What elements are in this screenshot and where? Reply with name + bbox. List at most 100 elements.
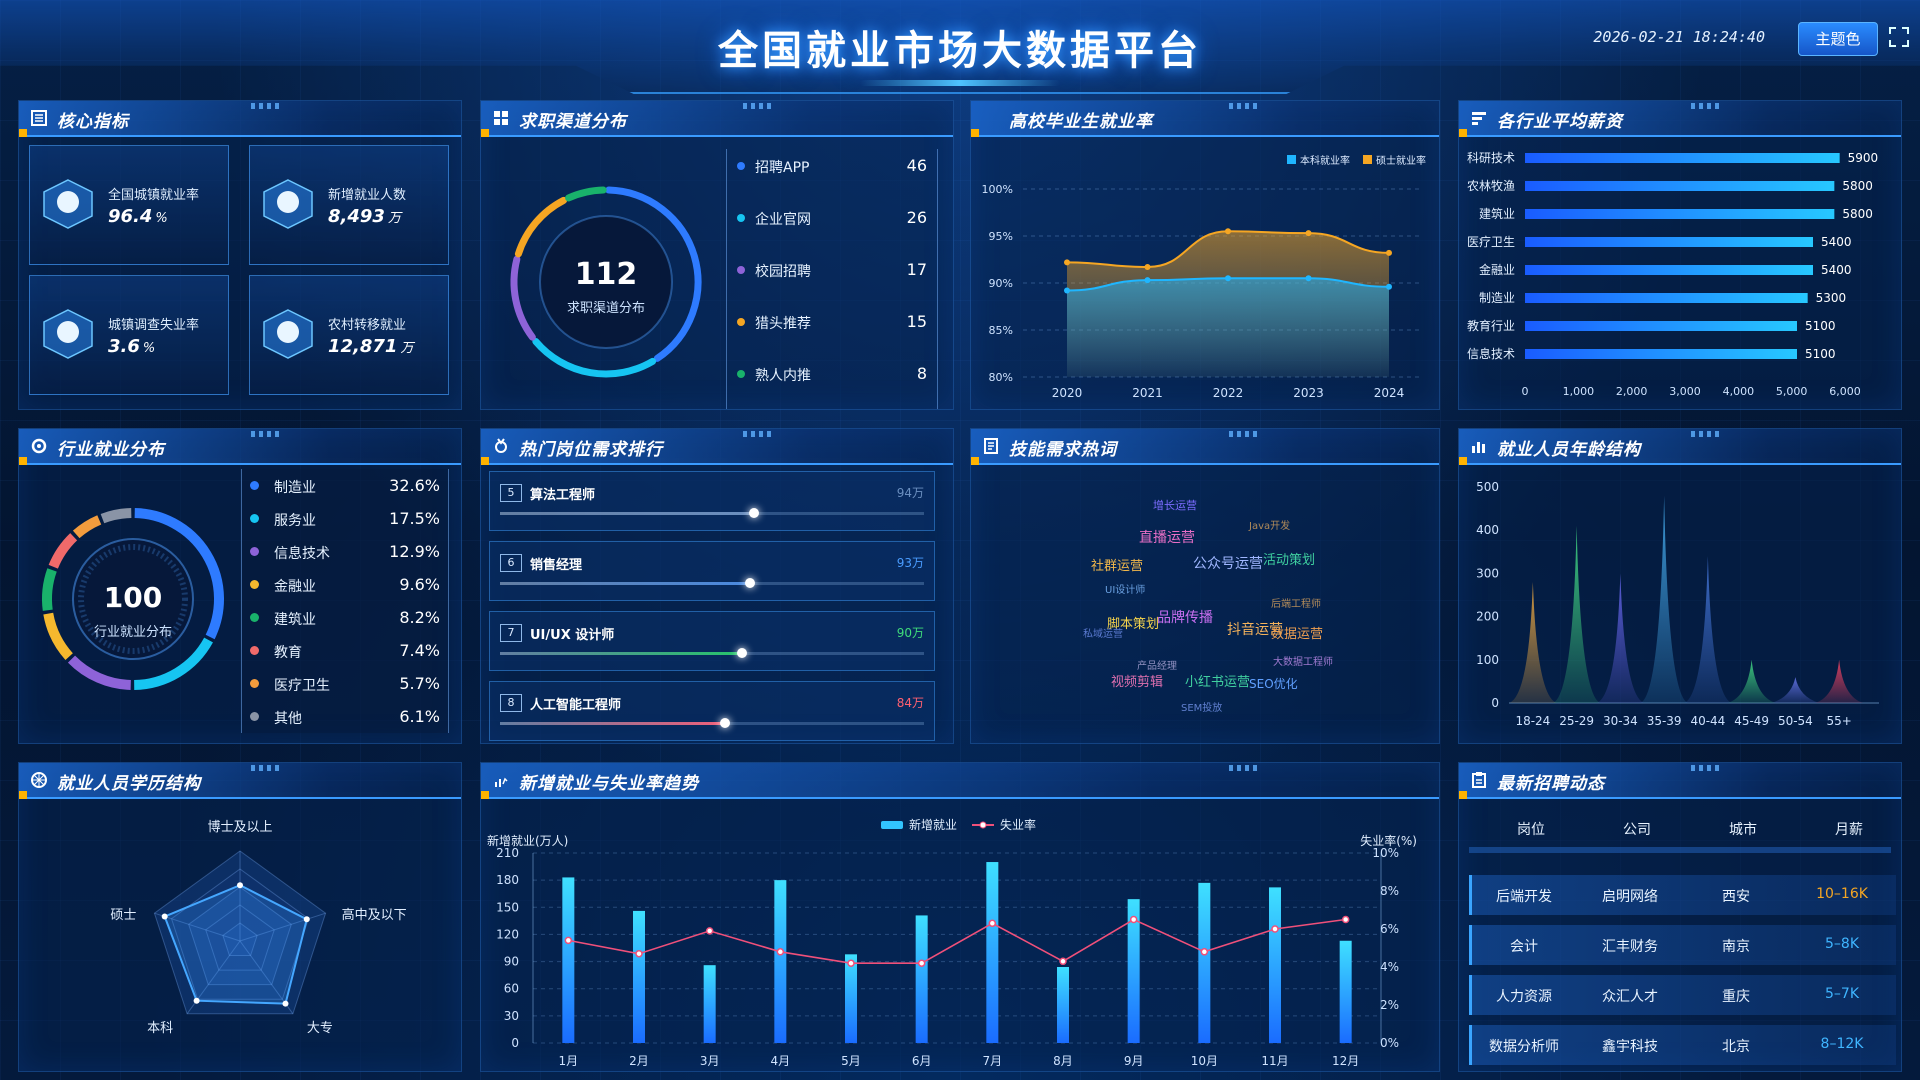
donut-slice	[48, 533, 78, 569]
grid-icon	[494, 111, 508, 125]
channel-name: 熟人内推	[755, 368, 811, 384]
radar-category-label: 硕士	[110, 908, 136, 923]
recruit-row[interactable]: 会计 汇丰财务 南京 5–8K	[1469, 925, 1896, 965]
job-rank: 8	[500, 694, 522, 712]
industry-legend-item: 服务业 17.5%	[250, 508, 440, 530]
channel-value: 8	[916, 364, 927, 383]
y-tick-label: 95%	[989, 230, 1013, 243]
header-stripes	[251, 765, 281, 771]
industry-body: 100 行业就业分布 制造业 32.6% 服务业 17.5% 信息技术 12.9% 金融业 9…	[19, 465, 461, 743]
header-stripes	[251, 431, 281, 437]
recruit-column-header: 月薪	[1835, 822, 1863, 838]
header-stripes	[1691, 103, 1721, 109]
industry-name: 信息技术	[274, 546, 330, 562]
x-tick-label: 4,000	[1723, 385, 1755, 398]
category-label: 农林牧渔	[1467, 179, 1515, 193]
icon-core	[277, 191, 299, 213]
x-tick-label: 2月	[629, 1054, 649, 1068]
job-rank-item[interactable]: 8 人工智能工程师 84万	[489, 681, 935, 741]
recruit-salary: 5–8K	[1825, 936, 1859, 952]
recruit-row[interactable]: 后端开发 启明网络 西安 10–16K	[1469, 875, 1896, 915]
trend-panel: 新增就业与失业率趋势 新增就业 失业率 新增就业(万人) 失业率(%) 210 180 15…	[480, 762, 1440, 1072]
y-tick-label: 400	[1476, 523, 1499, 537]
age-panel-header: 就业人员年龄结构	[1459, 429, 1901, 465]
kpi-card: 农村转移就业 12,871 万	[249, 275, 449, 395]
kpi-unit: 万	[400, 341, 414, 356]
unemployment-point	[917, 959, 926, 967]
data-point	[1305, 275, 1312, 282]
channel-value: 17	[906, 260, 927, 279]
recruit-job: 会计	[1510, 939, 1538, 955]
y-tick-label: 80%	[989, 371, 1013, 384]
channel-panel: 求职渠道分布 112 求职渠道分布 招聘APP 46 企业官网 26 校园招聘 17 猎头推…	[480, 100, 954, 410]
trend-bar	[633, 910, 645, 1043]
recruit-city: 南京	[1722, 939, 1750, 955]
skill-word: SEO优化	[1249, 677, 1298, 691]
legend-swatch	[1287, 155, 1296, 164]
theme-button[interactable]: 主题色	[1798, 22, 1878, 56]
x-tick-label: 50-54	[1778, 714, 1813, 728]
data-point	[1305, 230, 1312, 237]
skill-word: Java开发	[1249, 521, 1291, 532]
recruit-panel: 最新招聘动态 岗位 公司 城市 月薪 后端开发 启明网络 西安 10–16K 会计 汇丰财务 南京 5…	[1458, 762, 1902, 1072]
radar-category-label: 博士及以上	[207, 820, 272, 835]
unemployment-point	[635, 949, 643, 958]
unemployment-point	[776, 948, 785, 956]
x-tick-label: 5,000	[1776, 385, 1808, 398]
salary-body: 科研技术 5900 农林牧渔 5800 建筑业 5800 医疗卫生 5400 金融业 5400 制造…	[1459, 137, 1901, 409]
recruit-salary: 5–7K	[1825, 986, 1859, 1002]
industry-center-value: 100	[103, 581, 163, 614]
recruit-row[interactable]: 人力资源 众汇人才 重庆 5–7K	[1469, 975, 1896, 1015]
channel-legend-item: 校园招聘 17	[737, 259, 927, 283]
kpi-unit: %	[142, 341, 156, 356]
industry-legend-item: 金融业 9.6%	[250, 574, 440, 596]
salary-panel-header: 各行业平均薪资	[1459, 101, 1901, 137]
legend-dot	[250, 547, 259, 556]
right-tick-label: 8%	[1380, 884, 1399, 898]
job-rank-item[interactable]: 7 UI/UX 设计师 90万	[489, 611, 935, 671]
channel-value: 46	[906, 156, 927, 175]
kpi-value: 8,493 万	[328, 206, 401, 227]
job-count: 93万	[896, 556, 924, 570]
x-tick-label: 1,000	[1563, 385, 1595, 398]
age-peak	[1771, 677, 1820, 703]
legend-dot	[250, 514, 259, 523]
header-stripes	[1229, 765, 1259, 771]
kpi-label: 全国城镇就业率	[108, 188, 200, 203]
x-tick-label: 0	[1522, 385, 1529, 398]
industry-legend-item: 教育 7.4%	[250, 640, 440, 662]
industry-name: 制造业	[274, 480, 316, 496]
channel-center-label: 求职渠道分布	[566, 301, 645, 316]
data-point	[1225, 275, 1231, 282]
industry-center-label: 行业就业分布	[93, 625, 172, 640]
right-tick-label: 0%	[1380, 1036, 1399, 1050]
job-rank-item[interactable]: 6 销售经理 93万	[489, 541, 935, 601]
legend-dot	[250, 580, 259, 589]
header-stripes	[1229, 431, 1259, 437]
icon-core	[57, 321, 79, 343]
recruit-column-header: 岗位	[1517, 822, 1545, 838]
skills-panel-title: 技能需求热词	[1009, 440, 1117, 460]
skill-word: SEM投放	[1181, 703, 1223, 714]
industry-value: 5.7%	[399, 674, 440, 693]
skill-word: 小红书运营	[1185, 675, 1251, 690]
age-panel-title: 就业人员年龄结构	[1497, 440, 1641, 460]
bar-value-label: 5300	[1816, 291, 1847, 305]
data-point	[1386, 283, 1392, 290]
age-peak	[1640, 495, 1689, 703]
fullscreen-icon[interactable]	[1888, 26, 1910, 48]
job-count: 94万	[896, 486, 924, 500]
salary-bar	[1525, 209, 1835, 219]
bar-value-label: 5100	[1805, 347, 1836, 361]
unemployment-point	[1059, 957, 1067, 966]
industry-name: 金融业	[274, 579, 316, 595]
recruit-row[interactable]: 数据分析师 鑫宇科技 北京 8–12K	[1469, 1025, 1896, 1065]
kpi-unit: 万	[387, 211, 401, 226]
age-peak	[1815, 659, 1864, 703]
bar-value-label: 5400	[1821, 263, 1852, 277]
job-rank-item[interactable]: 5 算法工程师 94万	[489, 471, 935, 531]
salary-bar	[1525, 153, 1840, 163]
trend-bar	[562, 877, 575, 1043]
grad-panel-title: 高校毕业生就业率	[1009, 112, 1153, 132]
job-progress-fill	[500, 512, 755, 515]
